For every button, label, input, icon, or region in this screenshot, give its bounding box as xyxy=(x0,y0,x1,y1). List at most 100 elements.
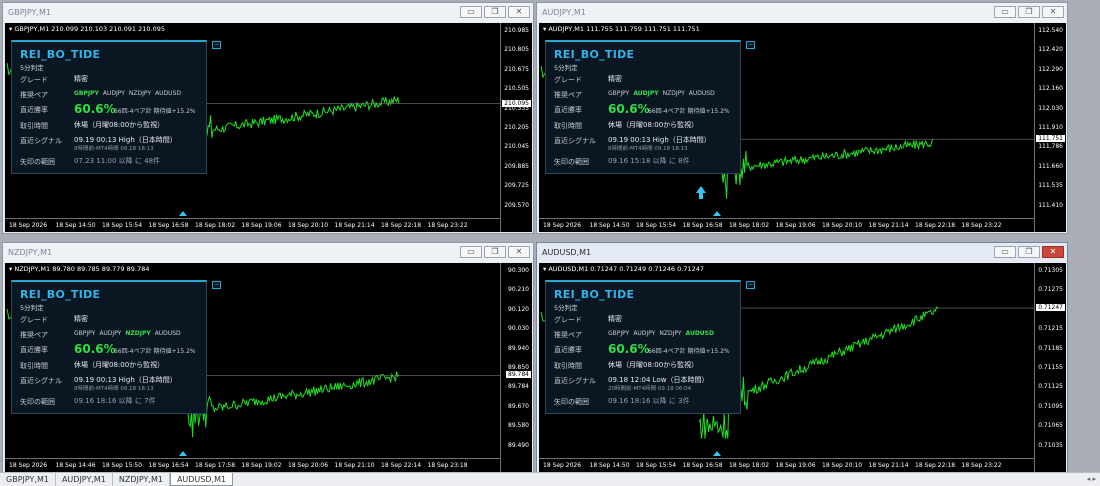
pair-item: NZDJPY xyxy=(659,330,682,337)
winrate-detail: 66回-4ペア計 期待値+15.2% xyxy=(114,108,196,115)
winrate-row: 直近勝率 60.6% 66回-4ペア計 期待値+15.2% xyxy=(554,102,732,118)
window-titlebar[interactable]: NZDJPY,M1 xyxy=(3,243,533,262)
signal-arrow-icon xyxy=(179,451,187,456)
pairs-list: GBPJPY AUDJPY NZDJPY AUDUSD xyxy=(74,329,185,337)
window-titlebar[interactable]: AUDJPY,M1 xyxy=(537,3,1067,22)
price-tick: 112.540 xyxy=(1038,27,1063,34)
signal-row: 直近シグナル 09.19 00:13 High（日本時間） 8時間前-MT4時間 0… xyxy=(20,135,198,154)
price-tick: 210.505 xyxy=(504,85,529,93)
chart-area[interactable]: ▾ AUDUSD,M1 0.71247 0.71249 0.71246 0.71… xyxy=(539,263,1066,472)
maximize-icon[interactable]: ❐ xyxy=(484,6,506,18)
pair-item: AUDUSD xyxy=(688,90,715,97)
window-titlebar[interactable]: GBPJPY,M1 xyxy=(3,3,533,22)
price-tick: 111.535 xyxy=(1038,182,1063,190)
time-tick: 18 Sep 23:22 xyxy=(961,222,1002,229)
price-tick: 112.030 xyxy=(1038,104,1063,112)
price-axis: 112.540 112.420 112.290 112.160 112.030 111.9… xyxy=(1034,23,1066,232)
pair-item: AUDUSD xyxy=(685,330,715,337)
price-tick: 0.71185 xyxy=(1038,344,1063,352)
chart-area[interactable]: ▾ AUDJPY,M1 111.755 111.759 111.751 111.… xyxy=(539,23,1066,232)
time-tick: 18 Sep 23:18 xyxy=(427,462,468,469)
indicator-panel: REI_BO_TIDE 5分判定 グレード 精密 推奨ペア GBPJPY AUDJPY NZD… xyxy=(11,280,207,414)
signal-row: 直近シグナル 09.19 00:13 High（日本時間） 8時間前-MT4時間 0… xyxy=(554,135,732,154)
panel-collapse-icon[interactable]: − xyxy=(212,281,221,289)
close-icon[interactable]: ✕ xyxy=(1042,246,1064,258)
indicator-panel: REI_BO_TIDE 5分判定 グレード 精密 推奨ペア GBPJPY AUDJPY NZD… xyxy=(545,40,741,174)
winrate-row: 直近勝率 60.6% 66回-4ペア計 期待値+15.2% xyxy=(20,342,198,358)
chart-window-nzdjpy[interactable]: NZDJPY,M1 ▭ ❐ ✕ ▾ NZDJPY,M1 89.780 89.78… xyxy=(2,242,534,474)
price-tick: 210.205 xyxy=(504,124,529,131)
price-tick: 0.71275 xyxy=(1038,286,1063,294)
close-icon[interactable]: ✕ xyxy=(508,6,530,18)
price-tick: 0.71035 xyxy=(1038,441,1063,449)
minimize-icon[interactable]: ▭ xyxy=(460,246,482,258)
hours-row: 取引時間 休場（月曜08:00から監視） xyxy=(20,360,198,373)
range-value: 09.16 15:18 以降 に 8件 xyxy=(608,157,690,165)
close-icon[interactable]: ✕ xyxy=(508,246,530,258)
time-tick: 18 Sep 23:22 xyxy=(961,462,1002,469)
hours-value: 休場（月曜08:00から監視） xyxy=(608,361,699,369)
signal-label: 直近シグナル xyxy=(554,377,596,385)
tab-gbpjpy[interactable]: GBPJPY,M1 xyxy=(0,473,56,486)
price-tick: 0.71155 xyxy=(1038,364,1063,371)
chart-window-gbpjpy[interactable]: GBPJPY,M1 ▭ ❐ ✕ ▾ GBPJPY,M1 210.099 210.… xyxy=(2,2,534,234)
hours-label: 取引時間 xyxy=(20,362,48,370)
price-tick: 89.670 xyxy=(508,402,529,410)
price-tick: 111.910 xyxy=(1038,124,1063,131)
signal-label: 直近シグナル xyxy=(20,137,62,145)
time-tick: 18 Sep 15:54 xyxy=(636,222,677,229)
winrate-row: 直近勝率 60.6% 66回-4ペア計 期待値+15.2% xyxy=(20,102,198,118)
pairs-row: 推奨ペア GBPJPY AUDJPY NZDJPY AUDUSD xyxy=(20,329,198,342)
time-tick: 18 Sep 19:06 xyxy=(775,462,816,469)
panel-title: REI_BO_TIDE xyxy=(20,288,101,301)
price-tick: 89.784 xyxy=(508,383,529,391)
pairs-label: 推奨ペア xyxy=(554,331,582,339)
price-axis: 90.300 90.210 90.120 90.030 89.940 89.850 89.7… xyxy=(500,263,532,472)
grade-label: グレード xyxy=(20,316,48,324)
price-tick: 89.940 xyxy=(508,344,529,352)
tab-audjpy[interactable]: AUDJPY,M1 xyxy=(56,473,113,486)
panel-collapse-icon[interactable]: − xyxy=(746,41,755,49)
price-tick: 209.885 xyxy=(504,162,529,170)
chart-area[interactable]: ▾ GBPJPY,M1 210.099 210.103 210.091 210.… xyxy=(5,23,532,232)
panel-collapse-icon[interactable]: − xyxy=(212,41,221,49)
maximize-icon[interactable]: ❐ xyxy=(484,246,506,258)
winrate-detail: 66回-4ペア計 期待値+15.2% xyxy=(114,348,196,355)
minimize-icon[interactable]: ▭ xyxy=(994,246,1016,258)
price-tick: 90.030 xyxy=(508,325,529,333)
minimize-icon[interactable]: ▭ xyxy=(460,6,482,18)
grade-label: グレード xyxy=(554,316,582,324)
chart-area[interactable]: ▾ NZDJPY,M1 89.780 89.785 89.779 89.784 9… xyxy=(5,263,532,472)
signal-detail: 8時間前-MT4時間 09.18 18:13 xyxy=(74,386,154,392)
time-tick: 18 Sep 14:50 xyxy=(55,222,96,229)
tab-scroll-arrows-icon[interactable]: ◂ ▸ xyxy=(1087,475,1096,483)
maximize-icon[interactable]: ❐ xyxy=(1018,6,1040,18)
panel-subtitle: 5分判定 xyxy=(20,64,44,72)
maximize-icon[interactable]: ❐ xyxy=(1018,246,1040,258)
panel-collapse-icon[interactable]: − xyxy=(746,281,755,289)
range-label: 矢印の範囲 xyxy=(554,158,589,166)
minimize-icon[interactable]: ▭ xyxy=(994,6,1016,18)
tab-audusd[interactable]: AUDUSD,M1 xyxy=(169,473,234,486)
price-tick: 209.570 xyxy=(504,201,529,209)
time-tick: 18 Sep 20:06 xyxy=(288,462,329,469)
time-axis: 18 Sep 2026 18 Sep 14:50 18 Sep 15:54 18 Se… xyxy=(5,218,500,232)
price-axis: 210.985 210.805 210.675 210.505 210.335 210.2… xyxy=(500,23,532,232)
close-icon[interactable]: ✕ xyxy=(1042,6,1064,18)
pair-item: AUDJPY xyxy=(633,90,659,97)
signal-detail: 20時間前-MT4時間 09.18 06:04 xyxy=(608,386,692,392)
window-titlebar[interactable]: AUDUSD,M1 xyxy=(537,243,1067,262)
chart-window-audusd[interactable]: AUDUSD,M1 ▭ ❐ ✕ ▾ AUDUSD,M1 0.71247 0.71… xyxy=(536,242,1068,474)
winrate-value: 60.6% xyxy=(608,102,650,116)
range-label: 矢印の範囲 xyxy=(554,398,589,406)
pairs-label: 推奨ペア xyxy=(20,331,48,339)
pair-item: GBPJPY xyxy=(74,90,99,97)
panel-subtitle: 5分判定 xyxy=(554,64,578,72)
tab-nzdjpy[interactable]: NZDJPY,M1 xyxy=(113,473,170,486)
chart-window-audjpy[interactable]: AUDJPY,M1 ▭ ❐ ✕ ▾ AUDJPY,M1 111.755 111.… xyxy=(536,2,1068,234)
range-row: 矢印の範囲 09.16 18:16 以降 に 3件 xyxy=(554,396,732,409)
price-tick: 112.290 xyxy=(1038,65,1063,73)
time-tick: 18 Sep 16:58 xyxy=(682,222,723,229)
time-axis: 18 Sep 2026 18 Sep 14:46 18 Sep 15:50 18 Se… xyxy=(5,458,500,472)
pair-item: NZDJPY xyxy=(125,330,151,337)
